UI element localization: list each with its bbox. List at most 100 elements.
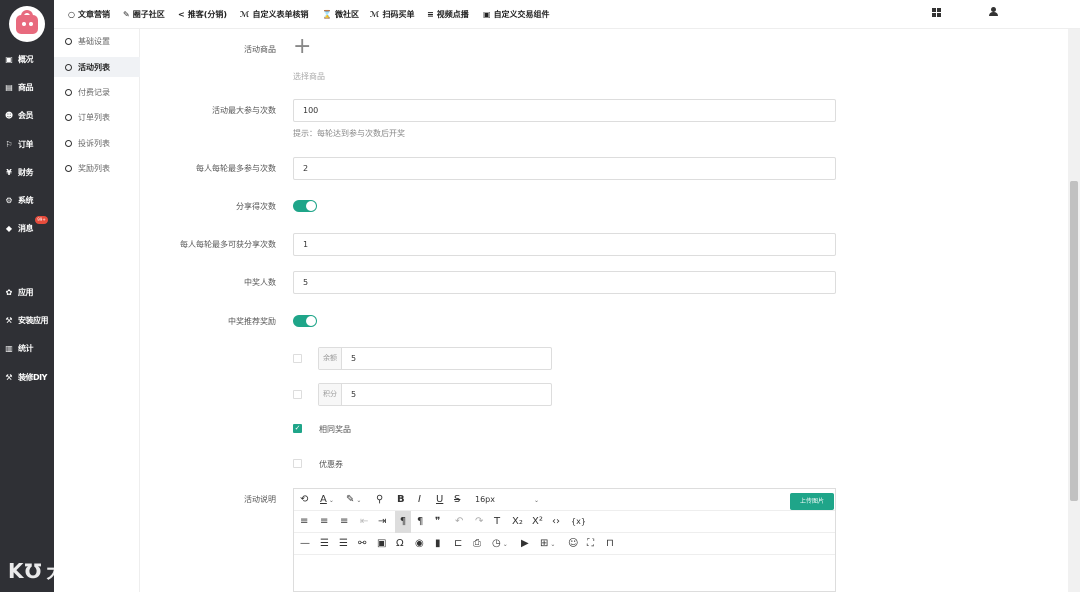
sidebar-item-apps[interactable]: ✿ 应用 [0, 283, 54, 301]
italic-icon[interactable]: I [418, 489, 421, 511]
align-left-icon[interactable]: ≡ [300, 511, 308, 533]
underline-icon[interactable]: U [436, 489, 443, 511]
select-goods-hint[interactable]: 选择商品 [293, 71, 325, 82]
print-icon[interactable]: ⎙ [473, 533, 481, 555]
sidebar-item-label: 统计 [18, 343, 34, 353]
scan-icon: ℳ [370, 10, 380, 19]
main-sidebar: ▣ 概况 ▤ 商品 ☻ 会员 ⚐ 订单 ¥ 财务 ⚙ 系统 ◆ 消息 99+ ✿ 应用 ⚒ 安装应… [0, 0, 54, 592]
preview-icon[interactable]: ◉ [415, 533, 424, 555]
upload-image-button[interactable]: 上传图片 [790, 493, 834, 510]
special-char-icon[interactable]: Ω [396, 533, 404, 555]
per-round-input[interactable]: 2 [293, 157, 836, 180]
bookmark-icon[interactable]: ▮ [435, 533, 441, 555]
paragraph-ltr-icon[interactable]: ¶ [395, 511, 411, 533]
image-icon: ▣ [483, 10, 491, 19]
horizontal-rule-icon[interactable]: — [300, 533, 310, 555]
search-icon[interactable]: ⚲ [376, 489, 383, 511]
topnav-custom-trade[interactable]: ▣ 自定义交易组件 [483, 0, 550, 29]
chevron-down-icon[interactable]: ⌄ [532, 489, 539, 511]
subscript-icon[interactable]: X₂ [512, 511, 523, 533]
emoji-icon[interactable]: ☺ [568, 533, 578, 555]
topnav-micro-community[interactable]: ⌛ 微社区 [322, 0, 359, 29]
editor-toolbar-row-2: ≡ ≡ ≡ ⇤ ⇥ ¶ ¶ ❞ ↶ ↷ T X₂ X² ‹› {x} [294, 511, 835, 533]
circle-icon [65, 164, 72, 172]
font-size-select[interactable]: 16px [475, 489, 495, 511]
paragraph-rtl-icon[interactable]: ¶ [417, 511, 423, 533]
fullscreen-icon[interactable]: ⛶ [587, 533, 594, 555]
sidebar-item-finance[interactable]: ¥ 财务 [0, 163, 54, 181]
font-color-icon[interactable]: A ⌄ [320, 489, 334, 511]
max-participation-label: 活动最大参与次数 [212, 106, 276, 115]
subnav-order-list[interactable]: 订单列表 [54, 107, 140, 127]
subnav-payment-records[interactable]: 付费记录 [54, 82, 140, 102]
same-prize-checkbox[interactable]: ✓ [293, 424, 302, 433]
variable-icon[interactable]: {x} [571, 511, 586, 533]
points-checkbox[interactable] [293, 390, 302, 399]
subnav-basic-settings[interactable]: 基础设置 [54, 31, 140, 51]
hourglass-icon: ⌛ [322, 10, 332, 19]
subnav-activity-list[interactable]: 活动列表 [54, 57, 140, 77]
subnav-reward-list[interactable]: 奖励列表 [54, 158, 140, 178]
add-goods-icon[interactable]: + [293, 35, 311, 59]
share-max-input[interactable]: 1 [293, 233, 836, 256]
topnav-scan-pay[interactable]: ℳ 扫码买单 [370, 0, 414, 29]
topnav-distribution[interactable]: < 推客(分销) [178, 0, 227, 29]
topnav-video-on-demand[interactable]: ≡ 视频点播 [427, 0, 469, 29]
balance-input[interactable]: 余额 5 [318, 347, 552, 370]
highlight-icon[interactable]: ✎ ⌄ [346, 489, 361, 511]
rich-text-editor[interactable]: ⟲ A ⌄ ✎ ⌄ ⚲ B I U S 16px ⌄ 上传图片 ≡ ≡ ≡ ⇤ ⇥ … [293, 488, 836, 592]
clear-format-icon[interactable]: T [494, 511, 500, 533]
align-center-icon[interactable]: ≡ [320, 511, 328, 533]
bold-icon[interactable]: B [397, 489, 405, 511]
indent-icon[interactable]: ⇥ [378, 511, 386, 533]
strikethrough-icon[interactable]: S [454, 489, 460, 511]
subnav-complaint-list[interactable]: 投诉列表 [54, 133, 140, 153]
sidebar-item-stats[interactable]: ▥ 统计 [0, 339, 54, 357]
image-icon[interactable]: ▣ [377, 533, 386, 555]
sidebar-item-label: 财务 [18, 167, 34, 177]
align-right-icon[interactable]: ≡ [340, 511, 348, 533]
sidebar-item-label: 应用 [18, 287, 34, 297]
sidebar-item-label: 概况 [18, 54, 34, 64]
share-times-toggle[interactable] [293, 200, 317, 212]
circle-icon [65, 63, 72, 71]
sidebar-item-goods[interactable]: ▤ 商品 [0, 78, 54, 96]
format-painter-icon[interactable]: ⊓ [606, 533, 614, 555]
sidebar-item-members[interactable]: ☻ 会员 [0, 106, 54, 124]
page-scrollbar[interactable] [1068, 29, 1080, 592]
points-input[interactable]: 积分 5 [318, 383, 552, 406]
superscript-icon[interactable]: X² [532, 511, 543, 533]
referral-reward-toggle[interactable] [293, 315, 317, 327]
app-logo[interactable] [9, 6, 45, 42]
media-icon[interactable]: ▶ [521, 533, 529, 555]
user-account-icon[interactable] [989, 7, 998, 17]
quote-icon[interactable]: ❞ [435, 511, 440, 533]
topnav-circle-community[interactable]: ✎ 圈子社区 [123, 0, 165, 29]
history-icon[interactable]: ⟲ [300, 489, 308, 511]
same-prize-label: 相同奖品 [319, 425, 351, 434]
link-icon[interactable]: ⚯ [358, 533, 366, 555]
undo-icon[interactable]: ↶ [455, 511, 463, 533]
table-icon[interactable]: ⊞ ⌄ [540, 533, 555, 555]
topnav-custom-form[interactable]: ℳ 自定义表单核销 [240, 0, 308, 29]
redo-icon[interactable]: ↷ [475, 511, 483, 533]
winners-input[interactable]: 5 [293, 271, 836, 294]
page-break-icon[interactable]: ⊏ [454, 533, 462, 555]
sidebar-item-diy[interactable]: ⚒ 装修DIY [0, 368, 54, 386]
apps-grid-icon[interactable] [932, 8, 941, 17]
outdent-icon[interactable]: ⇤ [360, 511, 368, 533]
balance-checkbox[interactable] [293, 354, 302, 363]
numbered-list-icon[interactable]: ☰ [339, 533, 348, 555]
max-participation-input[interactable]: 100 [293, 99, 836, 122]
datetime-icon[interactable]: ◷ ⌄ [492, 533, 508, 555]
coupon-checkbox[interactable] [293, 459, 302, 468]
sidebar-item-install-app[interactable]: ⚒ 安装应用 [0, 311, 54, 329]
sidebar-item-system[interactable]: ⚙ 系统 [0, 191, 54, 209]
sidebar-item-orders[interactable]: ⚐ 订单 [0, 135, 54, 153]
topnav-article-marketing[interactable]: ○ 文章营销 [68, 0, 110, 29]
scrollbar-thumb[interactable] [1070, 181, 1078, 501]
sidebar-item-overview[interactable]: ▣ 概况 [0, 50, 54, 68]
share-max-label: 每人每轮最多可获分享次数 [180, 240, 276, 249]
bullet-list-icon[interactable]: ☰ [320, 533, 329, 555]
code-icon[interactable]: ‹› [552, 511, 560, 533]
